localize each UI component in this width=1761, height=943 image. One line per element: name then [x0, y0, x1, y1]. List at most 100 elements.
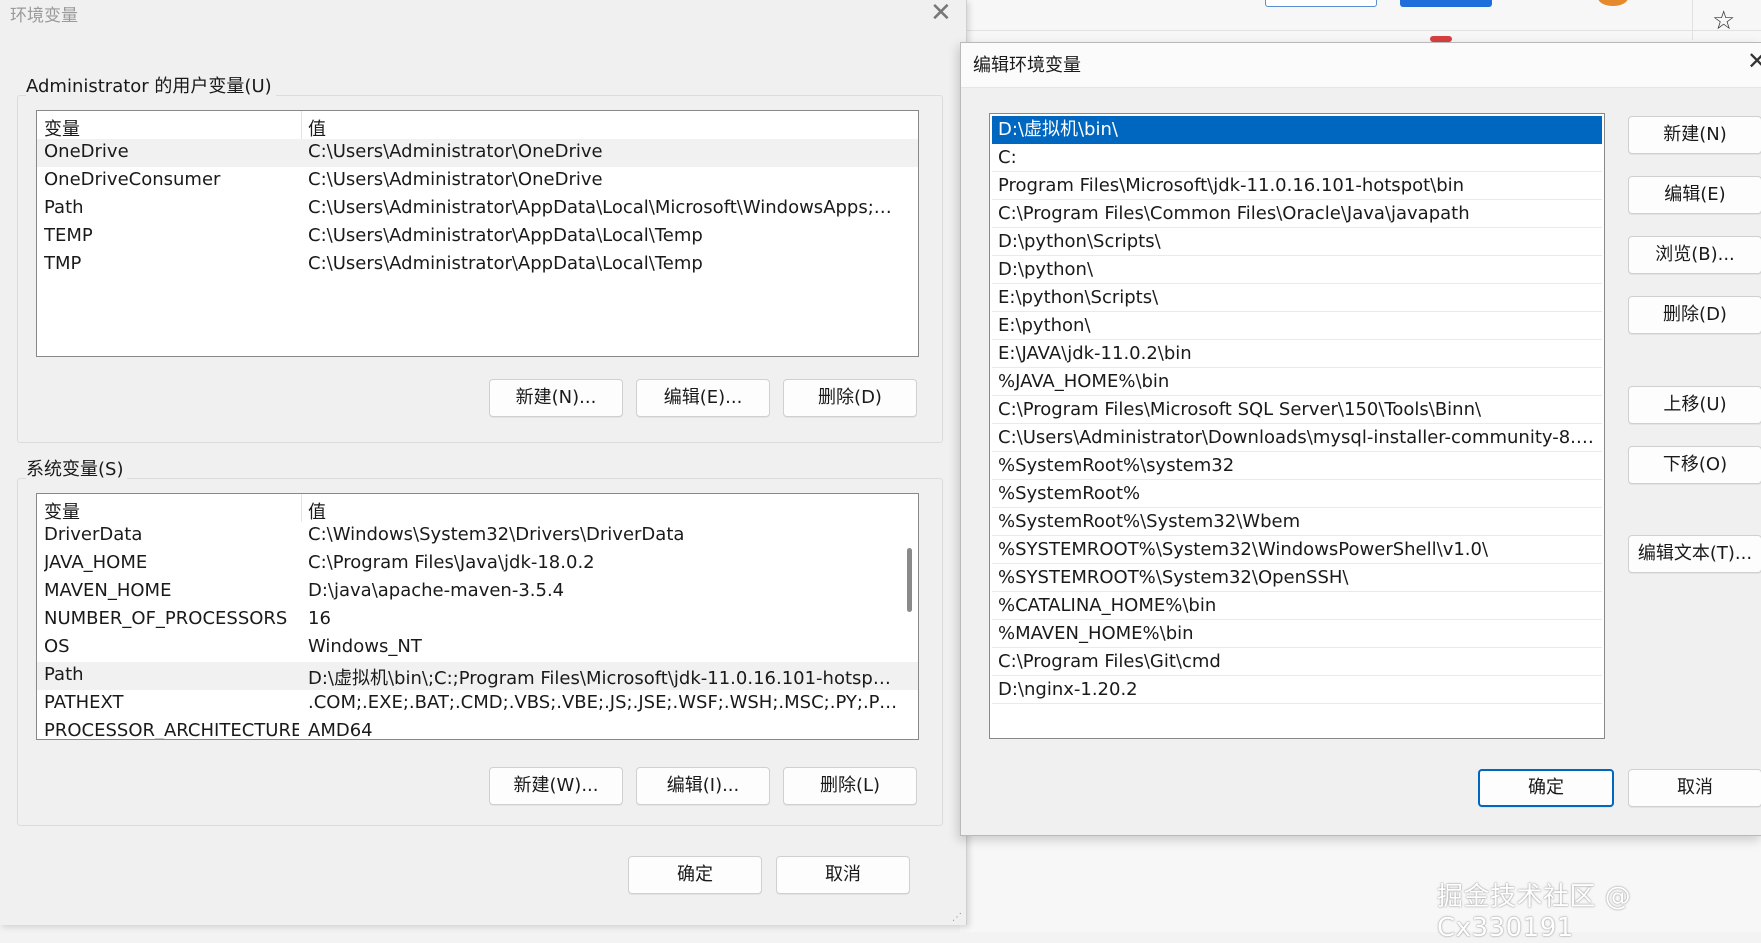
list-header: 变量 值: [37, 494, 918, 524]
variable-value: 16: [308, 608, 331, 629]
list-item[interactable]: C:: [992, 144, 1602, 172]
variable-value: Windows_NT: [308, 636, 422, 657]
variable-value: C:\Users\Administrator\AppData\Local\Tem…: [308, 225, 703, 246]
variable-name: TMP: [44, 253, 82, 274]
dialog-title: 编辑环境变量: [973, 55, 1081, 76]
table-row[interactable]: OS Windows_NT: [37, 634, 918, 662]
list-item[interactable]: %JAVA_HOME%\bin: [992, 368, 1602, 396]
variable-name: OneDriveConsumer: [44, 169, 221, 190]
cancel-button[interactable]: 取消: [1628, 769, 1761, 807]
browse-button[interactable]: 浏览(B)...: [1628, 236, 1761, 274]
system-delete-button[interactable]: 删除(L): [783, 767, 917, 805]
table-row[interactable]: DriverData C:\Windows\System32\Drivers\Dr…: [37, 522, 918, 550]
user-variables-list[interactable]: 变量 值 OneDrive C:\Users\Administrator\OneD…: [36, 110, 919, 357]
scrollbar-thumb[interactable]: [907, 548, 912, 612]
system-new-button[interactable]: 新建(W)...: [489, 767, 623, 805]
move-down-button[interactable]: 下移(O): [1628, 446, 1761, 484]
environment-variables-dialog: 环境变量 ✕ Administrator 的用户变量(U) 变量 值 OneDr…: [0, 0, 967, 925]
list-item[interactable]: D:\python\Scripts\: [992, 228, 1602, 256]
browser-button-outline[interactable]: [1265, 0, 1377, 7]
column-header-variable[interactable]: 变量: [44, 498, 299, 524]
variable-name: OS: [44, 636, 70, 657]
variable-name: DriverData: [44, 524, 143, 545]
browser-divider: [1692, 0, 1693, 40]
list-item[interactable]: %SYSTEMROOT%\System32\OpenSSH\: [992, 564, 1602, 592]
close-icon[interactable]: ✕: [1747, 47, 1761, 75]
list-item[interactable]: D:\虚拟机\bin\: [992, 116, 1602, 144]
edit-text-button[interactable]: 编辑文本(T)...: [1628, 535, 1761, 573]
cancel-button[interactable]: 取消: [776, 856, 910, 894]
system-variables-label: 系统变量(S): [26, 455, 128, 481]
new-path-button[interactable]: 新建(N): [1628, 116, 1761, 154]
list-item[interactable]: %SystemRoot%: [992, 480, 1602, 508]
list-item[interactable]: C:\Program Files\Microsoft SQL Server\15…: [992, 396, 1602, 424]
list-item[interactable]: E:\JAVA\jdk-11.0.2\bin: [992, 340, 1602, 368]
list-item[interactable]: C:\Users\Administrator\Downloads\mysql-i…: [992, 424, 1602, 452]
list-header: 变量 值: [37, 111, 918, 141]
browser-toolbar-divider: [960, 30, 1761, 31]
table-row[interactable]: Path D:\虚拟机\bin\;C:;Program Files\Microso…: [37, 662, 918, 690]
path-entries-list[interactable]: D:\虚拟机\bin\ C: Program Files\Microsoft\j…: [989, 113, 1605, 739]
table-row[interactable]: NUMBER_OF_PROCESSORS 16: [37, 606, 918, 634]
list-item[interactable]: D:\python\: [992, 256, 1602, 284]
table-row[interactable]: Path C:\Users\Administrator\AppData\Local…: [37, 195, 918, 223]
dialog-title: 环境变量: [10, 6, 78, 26]
variable-name: MAVEN_HOME: [44, 580, 172, 601]
user-delete-button[interactable]: 删除(D): [783, 379, 917, 417]
variable-value: C:\Program Files\Java\jdk-18.0.2: [308, 552, 595, 573]
user-new-button[interactable]: 新建(N)...: [489, 379, 623, 417]
column-separator[interactable]: [301, 494, 302, 522]
system-variables-list[interactable]: 变量 值 DriverData C:\Windows\System32\Drive…: [36, 493, 919, 740]
ok-button[interactable]: 确定: [628, 856, 762, 894]
dialog-titlebar: 编辑环境变量 ✕: [961, 43, 1761, 88]
list-item[interactable]: %SystemRoot%\system32: [992, 452, 1602, 480]
table-row[interactable]: OneDrive C:\Users\Administrator\OneDrive: [37, 139, 918, 167]
variable-value: C:\Users\Administrator\OneDrive: [308, 141, 603, 162]
list-item[interactable]: %MAVEN_HOME%\bin: [992, 620, 1602, 648]
table-row[interactable]: OneDriveConsumer C:\Users\Administrator\O…: [37, 167, 918, 195]
list-item[interactable]: %SYSTEMROOT%\System32\WindowsPowerShell\…: [992, 536, 1602, 564]
column-separator[interactable]: [301, 111, 302, 139]
bookmark-star-icon[interactable]: ☆: [1712, 6, 1735, 36]
table-row[interactable]: PROCESSOR_ARCHITECTURE AMD64: [37, 718, 918, 740]
variable-value: C:\Windows\System32\Drivers\DriverData: [308, 524, 685, 545]
variable-name: TEMP: [44, 225, 93, 246]
delete-path-button[interactable]: 删除(D): [1628, 296, 1761, 334]
list-item[interactable]: C:\Program Files\Git\cmd: [992, 648, 1602, 676]
variable-value: AMD64: [308, 720, 373, 740]
list-item[interactable]: C:\Program Files\Common Files\Oracle\Jav…: [992, 200, 1602, 228]
watermark: 掘金技术社区 @ Cx330191: [1437, 882, 1632, 943]
resize-grip-icon[interactable]: ⋰: [952, 912, 962, 923]
variable-name: OneDrive: [44, 141, 129, 162]
system-edit-button[interactable]: 编辑(I)...: [636, 767, 770, 805]
table-row[interactable]: MAVEN_HOME D:\java\apache-maven-3.5.4: [37, 578, 918, 606]
variable-name: NUMBER_OF_PROCESSORS: [44, 608, 288, 629]
browser-button-primary[interactable]: [1400, 0, 1492, 7]
table-row[interactable]: JAVA_HOME C:\Program Files\Java\jdk-18.0.…: [37, 550, 918, 578]
table-row[interactable]: PATHEXT .COM;.EXE;.BAT;.CMD;.VBS;.VBE;.JS…: [37, 690, 918, 718]
list-item[interactable]: E:\python\Scripts\: [992, 284, 1602, 312]
ok-button[interactable]: 确定: [1478, 769, 1614, 807]
list-item[interactable]: %SystemRoot%\System32\Wbem: [992, 508, 1602, 536]
variable-name: Path: [44, 664, 84, 685]
close-icon[interactable]: ✕: [930, 0, 952, 28]
move-up-button[interactable]: 上移(U): [1628, 386, 1761, 424]
variable-value: D:\java\apache-maven-3.5.4: [308, 580, 565, 601]
variable-value: .COM;.EXE;.BAT;.CMD;.VBS;.VBE;.JS;.JSE;.…: [308, 692, 898, 713]
variable-name: PROCESSOR_ARCHITECTURE: [44, 720, 299, 740]
table-row[interactable]: TEMP C:\Users\Administrator\AppData\Local…: [37, 223, 918, 251]
column-header-variable[interactable]: 变量: [44, 115, 299, 141]
variable-value: C:\Users\Administrator\AppData\Local\Tem…: [308, 253, 703, 274]
column-header-value[interactable]: 值: [308, 115, 898, 141]
user-edit-button[interactable]: 编辑(E)...: [636, 379, 770, 417]
user-variables-label: Administrator 的用户变量(U): [26, 72, 276, 98]
variable-name: Path: [44, 197, 84, 218]
variable-value: C:\Users\Administrator\OneDrive: [308, 169, 603, 190]
list-item[interactable]: E:\python\: [992, 312, 1602, 340]
list-item[interactable]: %CATALINA_HOME%\bin: [992, 592, 1602, 620]
column-header-value[interactable]: 值: [308, 498, 898, 524]
list-item[interactable]: D:\nginx-1.20.2: [992, 676, 1602, 704]
edit-path-button[interactable]: 编辑(E): [1628, 176, 1761, 214]
list-item[interactable]: Program Files\Microsoft\jdk-11.0.16.101-…: [992, 172, 1602, 200]
table-row[interactable]: TMP C:\Users\Administrator\AppData\Local\…: [37, 251, 918, 279]
